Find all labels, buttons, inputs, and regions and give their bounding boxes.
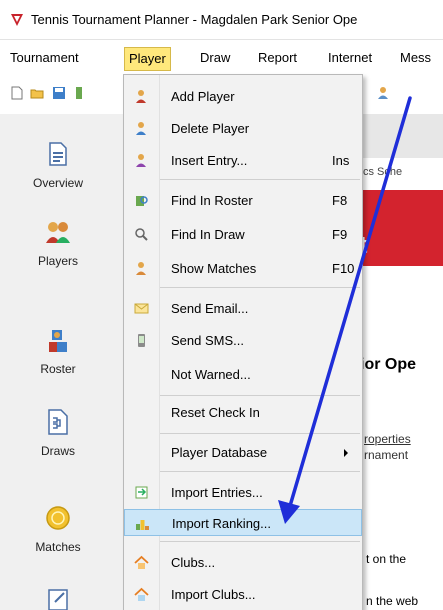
menu-label: Send SMS... xyxy=(171,333,244,348)
menu-separator xyxy=(160,433,360,434)
menu-item-clubs[interactable]: Clubs... xyxy=(124,549,362,576)
window-title: Tennis Tournament Planner - Magdalen Par… xyxy=(31,12,358,27)
menu-label: Send Email... xyxy=(171,301,249,316)
menu-item-import-clubs[interactable]: Import Clubs... xyxy=(124,581,362,608)
app-logo-icon xyxy=(11,14,23,26)
find-roster-icon xyxy=(136,196,148,206)
menu-messages[interactable]: Mess xyxy=(400,48,431,68)
menu-item-show-matches[interactable]: Show Matches F10 xyxy=(124,255,362,282)
menu-item-send-sms[interactable]: Send SMS... xyxy=(124,327,362,354)
sidebar-item-draws[interactable]: Draws xyxy=(0,408,116,458)
menu-item-send-email[interactable]: Send Email... xyxy=(124,295,362,322)
show-matches-icon xyxy=(136,262,146,275)
menu-label: Show Matches xyxy=(171,261,257,276)
menu-label: Delete Player xyxy=(171,121,250,136)
web-text-line-1: t on the xyxy=(366,552,407,566)
find-draw-icon xyxy=(135,228,148,241)
menu-label: Insert Entry... xyxy=(171,153,248,168)
roster-icon xyxy=(49,330,67,352)
menu-label: Import Ranking... xyxy=(172,516,271,531)
overview-icon xyxy=(49,142,67,166)
menu-separator xyxy=(160,395,360,396)
tournament-subtitle: ior Ope xyxy=(360,356,417,373)
menu-item-find-in-draw[interactable]: Find In Draw F9 xyxy=(124,221,362,248)
menu-item-not-warned[interactable]: Not Warned... xyxy=(124,361,362,388)
navigation-sidebar: Overview Players Roster Draws Matches xyxy=(0,114,124,610)
menu-item-find-in-roster[interactable]: Find In Roster F8 xyxy=(124,187,362,214)
clubs-icon xyxy=(134,555,149,569)
menu-label: Import Entries... xyxy=(171,485,263,500)
properties-link[interactable]: roperties xyxy=(364,432,411,446)
delete-player-icon xyxy=(136,122,146,135)
sidebar-item-matches[interactable]: Matches xyxy=(0,504,116,554)
menu-label: Add Player xyxy=(171,89,235,104)
menu-label: Find In Roster xyxy=(171,193,253,208)
tool-icon[interactable] xyxy=(72,86,86,100)
envelope-icon xyxy=(134,303,149,314)
menu-separator xyxy=(160,179,360,180)
phone-icon xyxy=(138,334,145,347)
save-icon[interactable] xyxy=(52,86,66,100)
menu-separator xyxy=(160,541,360,542)
menu-shortcut: F8 xyxy=(332,193,348,208)
sidebar-item-roster[interactable]: Roster xyxy=(0,326,116,376)
menu-separator xyxy=(160,287,360,288)
menu-draw[interactable]: Draw xyxy=(200,48,230,68)
import-entries-icon xyxy=(135,486,148,499)
sidebar-item-overview[interactable]: Overview xyxy=(0,140,116,190)
player-menu-dropdown: Add Player Delete Player Insert Entry...… xyxy=(123,74,363,610)
menu-tournament[interactable]: Tournament xyxy=(10,48,79,68)
menu-separator xyxy=(160,471,360,472)
matches-icon xyxy=(46,506,70,530)
sidebar-label-players: Players xyxy=(37,254,78,268)
edit-icon xyxy=(48,589,68,610)
menu-label: Reset Check In xyxy=(171,405,260,420)
web-text-line-2: n the web xyxy=(366,594,419,608)
menu-item-delete-player[interactable]: Delete Player xyxy=(124,115,362,142)
menu-item-import-entries[interactable]: Import Entries... xyxy=(124,479,362,506)
tournament-banner xyxy=(362,190,443,266)
sidebar-label-roster: Roster xyxy=(40,362,76,376)
menu-label: Clubs... xyxy=(171,555,216,570)
submenu-arrow-icon xyxy=(344,449,348,457)
new-file-icon[interactable] xyxy=(10,86,24,100)
menu-label: Find In Draw xyxy=(171,227,245,242)
sidebar-item-players[interactable]: Players xyxy=(0,218,116,268)
menu-item-player-database[interactable]: Player Database xyxy=(124,439,362,466)
menu-item-insert-entry[interactable]: Insert Entry... Ins xyxy=(124,147,362,174)
import-clubs-icon xyxy=(134,587,149,601)
sidebar-label-draws: Draws xyxy=(40,444,75,458)
menu-label: Player Database xyxy=(171,445,268,460)
player-toolbar-icon[interactable] xyxy=(376,86,390,100)
draws-icon xyxy=(48,409,68,435)
menu-player[interactable]: Player xyxy=(124,47,171,71)
menu-item-reset-check-in[interactable]: Reset Check In xyxy=(124,399,362,426)
import-ranking-icon xyxy=(136,520,149,530)
menu-report[interactable]: Report xyxy=(258,48,297,68)
open-folder-icon[interactable] xyxy=(30,86,44,100)
insert-entry-icon xyxy=(136,154,146,167)
menu-shortcut: F9 xyxy=(332,227,348,242)
menu-bar: Tournament Player Draw Report Internet M… xyxy=(0,40,443,74)
sidebar-item-more[interactable] xyxy=(0,584,116,610)
players-icon xyxy=(46,222,70,243)
menu-item-add-player[interactable]: Add Player xyxy=(124,83,362,110)
tournament-text: rnament xyxy=(364,448,409,462)
menu-shortcut: F10 xyxy=(332,261,355,276)
sidebar-label-matches: Matches xyxy=(35,540,81,554)
menu-internet[interactable]: Internet xyxy=(328,48,372,68)
menu-label: Import Clubs... xyxy=(171,587,256,602)
sidebar-label-overview: Overview xyxy=(32,176,83,190)
title-bar: Tennis Tournament Planner - Magdalen Par… xyxy=(0,0,443,40)
menu-label: Not Warned... xyxy=(171,367,251,382)
add-player-icon xyxy=(136,90,146,103)
menu-shortcut: Ins xyxy=(332,153,350,168)
menu-item-import-ranking[interactable]: Import Ranking... xyxy=(124,509,362,536)
